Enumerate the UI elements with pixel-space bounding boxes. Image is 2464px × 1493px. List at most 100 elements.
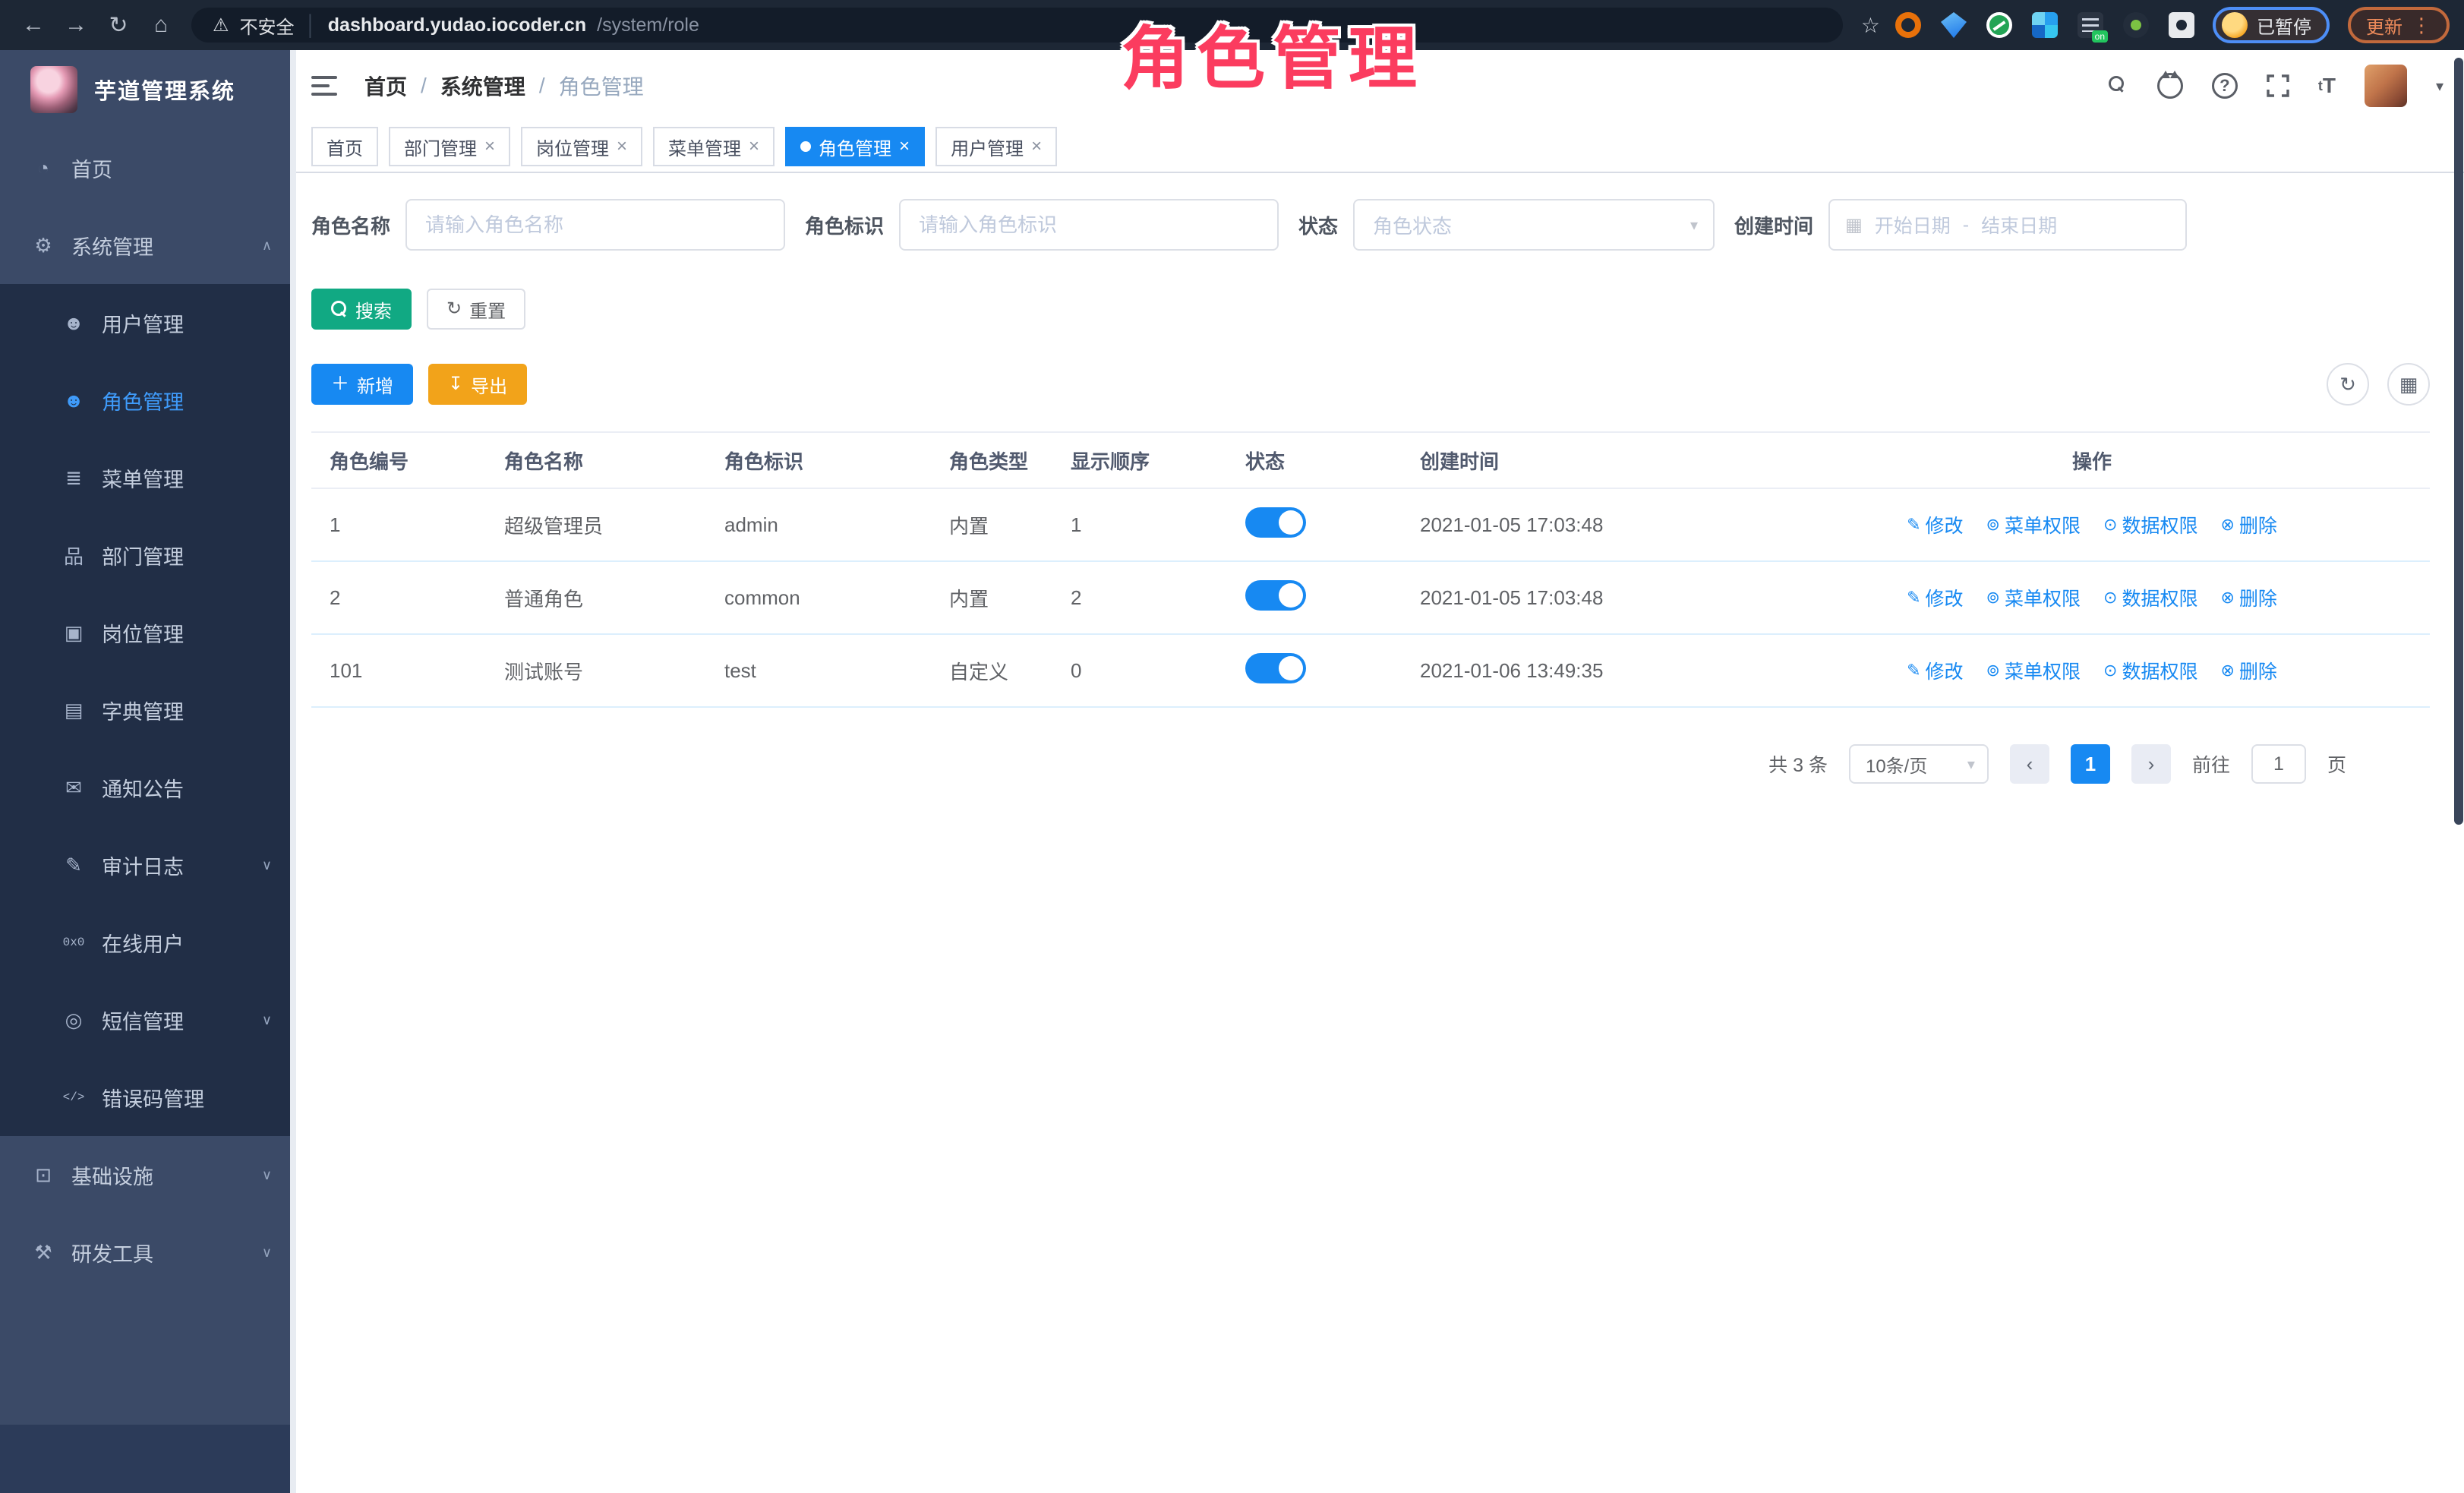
extension-blue-gem-icon[interactable]: [1941, 12, 1967, 38]
font-size-icon[interactable]: tT: [2318, 74, 2336, 98]
sidebar-item-notice[interactable]: ✉通知公告: [0, 749, 296, 826]
sidebar-item-user[interactable]: ☻用户管理: [0, 284, 296, 361]
status-toggle[interactable]: [1245, 580, 1306, 611]
role-name-input[interactable]: [405, 199, 785, 251]
prev-page-button[interactable]: ‹: [2010, 744, 2049, 784]
address-bar[interactable]: ⚠ 不安全 │ dashboard.yudao.iocoder.cn /syst…: [191, 8, 1843, 43]
next-page-button[interactable]: ›: [2131, 744, 2171, 784]
sidebar-item-sms[interactable]: ◎短信管理∨: [0, 981, 296, 1059]
sidebar-item-role[interactable]: ☻角色管理: [0, 361, 296, 439]
data-permission-link[interactable]: ⊙数据权限: [2103, 657, 2197, 684]
delete-link[interactable]: ⊗删除: [2220, 657, 2276, 684]
sidebar-item-dashboard[interactable]: ◔首页: [0, 129, 296, 207]
sidebar-item-infra[interactable]: ⊡基础设施∨: [0, 1136, 296, 1214]
breadcrumb-home[interactable]: 首页: [364, 71, 407, 101]
tab-岗位管理[interactable]: 岗位管理×: [521, 127, 642, 166]
app-logo-row[interactable]: 芋道管理系统: [0, 50, 296, 129]
sidebar-item-menu-list[interactable]: ≣菜单管理: [0, 439, 296, 516]
sidebar-item-online[interactable]: 0x0在线用户: [0, 904, 296, 981]
status-select[interactable]: 角色状态 ▾: [1353, 199, 1715, 251]
github-icon[interactable]: [2157, 73, 2183, 99]
chevron-down-icon[interactable]: ▾: [2436, 77, 2443, 96]
search-button[interactable]: 搜索: [311, 289, 412, 330]
close-icon[interactable]: ×: [749, 137, 759, 156]
sidebar-scrollbar[interactable]: [290, 50, 296, 1493]
goto-page-input[interactable]: [2251, 744, 2306, 784]
hamburger-icon[interactable]: [311, 76, 337, 96]
edit-link[interactable]: ✎修改: [1907, 584, 1963, 611]
extensions-puzzle-icon[interactable]: [2169, 12, 2194, 38]
data-permission-link[interactable]: ⊙数据权限: [2103, 584, 2197, 611]
user-avatar[interactable]: [2365, 65, 2407, 107]
date-range-picker[interactable]: ▦ 开始日期 - 结束日期: [1828, 199, 2187, 251]
tab-菜单管理[interactable]: 菜单管理×: [653, 127, 775, 166]
badge-icon: ▣: [61, 621, 87, 645]
cell-role-name: 测试账号: [486, 657, 706, 685]
tab-部门管理[interactable]: 部门管理×: [389, 127, 510, 166]
sidebar-item-label: 首页: [71, 153, 112, 183]
action-label: 菜单权限: [2005, 657, 2081, 684]
extension-monkey-icon[interactable]: [2123, 12, 2149, 38]
edit-link[interactable]: ✎修改: [1907, 657, 1963, 684]
column-header: 角色名称: [486, 447, 706, 475]
update-button[interactable]: 更新 ⋮: [2348, 7, 2450, 43]
current-page-button[interactable]: 1: [2071, 744, 2110, 784]
back-icon[interactable]: ←: [15, 7, 52, 43]
tab-首页[interactable]: 首页: [311, 127, 378, 166]
calendar-icon: ▦: [1845, 214, 1863, 236]
column-settings-button[interactable]: ▦: [2387, 363, 2430, 406]
add-button[interactable]: ＋ 新增: [311, 364, 413, 405]
sidebar-item-log[interactable]: ✎审计日志∨: [0, 826, 296, 904]
sidebar-item-badge[interactable]: ▣岗位管理: [0, 594, 296, 671]
delete-link[interactable]: ⊗删除: [2220, 584, 2276, 611]
chevron-down-icon: ∨: [262, 1167, 272, 1183]
sidebar-item-label: 通知公告: [102, 773, 184, 803]
fullscreen-icon[interactable]: [2267, 74, 2289, 97]
status-toggle[interactable]: [1245, 507, 1306, 538]
extension-switch-on-icon[interactable]: [2078, 12, 2103, 38]
profile-paused-chip[interactable]: 已暂停: [2213, 7, 2330, 43]
extension-grid-icon[interactable]: [2032, 12, 2058, 38]
page-unit-label: 页: [2327, 750, 2346, 778]
breadcrumb-separator: /: [421, 74, 427, 98]
sidebar-item-dict[interactable]: ▤字典管理: [0, 671, 296, 749]
menu-permission-link[interactable]: ⊚菜单权限: [1986, 584, 2081, 611]
close-icon[interactable]: ×: [484, 137, 495, 156]
security-label: 不安全: [240, 12, 295, 39]
delete-link[interactable]: ⊗删除: [2220, 511, 2276, 538]
tab-角色管理[interactable]: 角色管理×: [785, 127, 925, 166]
tab-用户管理[interactable]: 用户管理×: [935, 127, 1057, 166]
table-row: 2普通角色common内置22021-01-05 17:03:48✎修改⊚菜单权…: [311, 562, 2430, 635]
sidebar-item-code[interactable]: </>错误码管理: [0, 1059, 296, 1136]
home-icon[interactable]: ⌂: [143, 7, 179, 43]
reset-button[interactable]: ↻ 重置: [427, 289, 525, 330]
sidebar-item-gear[interactable]: ⚙系统管理∧: [0, 207, 296, 284]
forward-icon[interactable]: →: [58, 7, 94, 43]
page-size-select[interactable]: 10条/页 ▾: [1849, 744, 1989, 784]
close-icon[interactable]: ×: [1031, 137, 1042, 156]
reload-icon[interactable]: ↻: [100, 7, 137, 43]
bookmark-star-icon[interactable]: ☆: [1861, 13, 1880, 38]
data-permission-link[interactable]: ⊙数据权限: [2103, 511, 2197, 538]
cell-status: [1227, 580, 1402, 616]
extension-orange-ring-icon[interactable]: [1895, 12, 1921, 38]
menu-permission-link[interactable]: ⊚菜单权限: [1986, 657, 2081, 684]
menu-permission-link[interactable]: ⊚菜单权限: [1986, 511, 2081, 538]
window-scrollbar-thumb[interactable]: [2454, 58, 2463, 825]
search-icon[interactable]: [2109, 76, 2128, 96]
sidebar-item-org-tree[interactable]: 品部门管理: [0, 516, 296, 594]
role-key-input[interactable]: [899, 199, 1279, 251]
extension-green-circle-icon[interactable]: [1986, 12, 2012, 38]
kebab-menu-icon[interactable]: ⋮: [2412, 14, 2431, 37]
column-header: 创建时间: [1402, 447, 1754, 475]
help-icon[interactable]: ?: [2212, 73, 2238, 99]
edit-link[interactable]: ✎修改: [1907, 511, 1963, 538]
export-button[interactable]: ↧ 导出: [428, 364, 527, 405]
close-icon[interactable]: ×: [899, 137, 910, 156]
sidebar-item-tools[interactable]: ⚒研发工具∨: [0, 1214, 296, 1291]
refresh-button[interactable]: ↻: [2327, 363, 2369, 406]
breadcrumb-system[interactable]: 系统管理: [440, 71, 525, 101]
menu-perm-icon: ⊚: [1986, 515, 2000, 535]
status-toggle[interactable]: [1245, 653, 1306, 683]
close-icon[interactable]: ×: [617, 137, 627, 156]
